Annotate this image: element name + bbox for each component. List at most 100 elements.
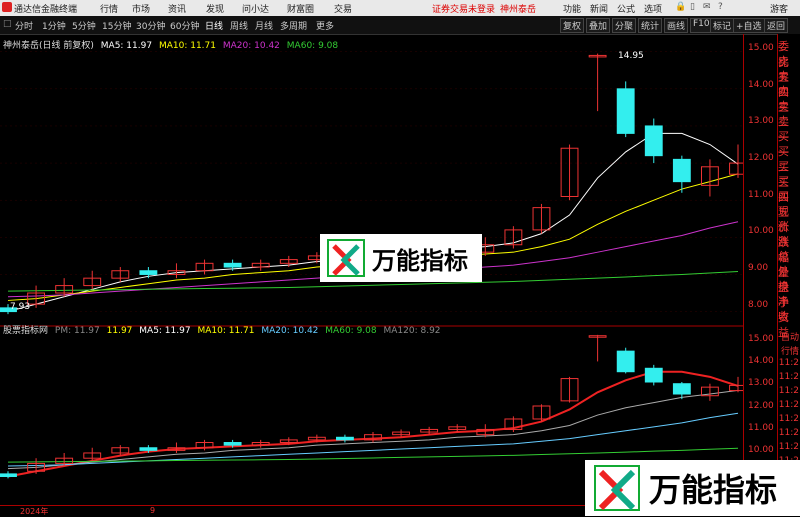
main-legend-name: 神州泰岳(日线 前复权)	[3, 41, 94, 51]
menu-news[interactable]: 资讯	[168, 2, 186, 15]
watermark-text: 万能指标	[372, 246, 468, 275]
watermark-banner: 万能指标	[320, 234, 482, 282]
high-price-tag: 14.95	[618, 51, 644, 61]
period-tab-60min[interactable]: 60分钟	[170, 19, 199, 32]
period-tab-weekly[interactable]: 周线	[230, 19, 248, 32]
candle-body	[223, 442, 242, 446]
tick-time-label: 11:2	[778, 400, 799, 410]
menu-market[interactable]: 市场	[132, 2, 150, 15]
sub-legend-ma60: MA60: 9.08	[325, 326, 377, 336]
tick-time-label: 11:2	[778, 372, 799, 382]
add-watch-button[interactable]: +自选	[733, 18, 765, 33]
app-title: 通达信金融终端	[14, 5, 78, 15]
draw-button[interactable]: 画线	[664, 18, 689, 33]
period-tab-daily[interactable]: 日线	[205, 19, 223, 32]
lock-icon[interactable]: 🔒	[675, 2, 686, 12]
menu-trade[interactable]: 交易	[334, 2, 352, 15]
menu-function[interactable]: 功能	[563, 2, 581, 15]
title-bar: 通达信金融终端 行情 市场 资讯 发现 问小达 财富圈 交易 证券交易未登录 神…	[0, 0, 800, 16]
axis-tick: 9.00	[748, 263, 769, 273]
restore-button[interactable]: 复权	[560, 18, 585, 33]
tick-time-label: 11:2	[778, 386, 799, 396]
low-price-tag: 7.93	[10, 302, 31, 312]
menu-wenxiaoda[interactable]: 问小达	[242, 2, 269, 15]
sub-legend: 股票指标网 PM: 11.97 11.97 MA5: 11.97 MA10: 1…	[3, 323, 445, 336]
axis-tick: 13.00	[748, 116, 774, 126]
sub-legend-ma10: MA10: 11.71	[197, 326, 255, 336]
axis-tick: 11.00	[748, 190, 774, 200]
mark-button[interactable]: 标记	[710, 18, 735, 33]
help-icon[interactable]: ?	[718, 2, 723, 12]
period-tab-more[interactable]: 更多	[316, 19, 334, 32]
period-tab-30min[interactable]: 30分钟	[136, 19, 165, 32]
menu-formula[interactable]: 公式	[617, 2, 635, 15]
axis-tick: 14.00	[748, 356, 774, 366]
candle-body	[139, 270, 158, 275]
login-notice[interactable]: 证券交易未登录	[432, 2, 495, 15]
watermark-logo-icon	[327, 239, 365, 277]
menu-options[interactable]: 选项	[644, 2, 662, 15]
axis-tick: 10.00	[748, 445, 774, 455]
period-tab-5min[interactable]: 5分钟	[72, 19, 96, 32]
legend-ma60: MA60: 9.08	[286, 41, 339, 51]
tick-time-label: 11:2	[778, 358, 799, 368]
axis-tick: 15.00	[748, 43, 774, 53]
legend-ma10: MA10: 11.71	[158, 41, 216, 51]
menu-discover[interactable]: 发现	[206, 2, 224, 15]
candle-body	[644, 125, 663, 157]
menu-quotes[interactable]: 行情	[100, 2, 118, 15]
period-tab-15min[interactable]: 15分钟	[102, 19, 131, 32]
app-logo-icon	[2, 2, 12, 12]
axis-tick: 12.00	[748, 401, 774, 411]
checkbox-icon[interactable]: □	[3, 19, 12, 29]
stats-button[interactable]: 统计	[638, 18, 663, 33]
tick-time-label: 11:2	[778, 442, 799, 452]
legend-ma5: MA5: 11.97	[100, 41, 153, 51]
year-label: 2024年	[20, 507, 49, 516]
legend-ma20: MA20: 10.42	[222, 41, 280, 51]
tick-time-label: 11:2	[778, 428, 799, 438]
axis-tick: 11.00	[748, 423, 774, 433]
period-tab-fenshi[interactable]: 分时	[15, 19, 33, 32]
overlay-button[interactable]: 叠加	[586, 18, 611, 33]
quote-panel: 委比 卖五 卖四 卖三 卖二 卖一 买一 买二 买三 买四 买五 现价 涨跌 涨幅 总量 外盘 换手 净资 收益 自动…	[777, 34, 800, 516]
sub-legend-pm: PM: 11.97	[54, 326, 100, 336]
mail-icon[interactable]: ✉	[703, 2, 711, 12]
candle-body	[139, 447, 158, 451]
sub-legend-name: 股票指标网	[3, 326, 49, 336]
sub-legend-ma120: MA120: 8.92	[383, 326, 441, 336]
main-legend: 神州泰岳(日线 前复权) MA5: 11.97 MA10: 11.71 MA20…	[3, 38, 342, 51]
menu-newsfeed[interactable]: 新闻	[590, 2, 608, 15]
sub-legend-ma5: MA5: 11.97	[139, 326, 191, 336]
candle-body	[644, 367, 663, 383]
axis-tick: 12.00	[748, 153, 774, 163]
candle-body	[616, 350, 635, 373]
sub-legend-ma20: MA20: 10.42	[261, 326, 319, 336]
candle-body	[672, 158, 691, 183]
axis-tick: 8.00	[748, 300, 769, 310]
candle-body	[616, 88, 635, 134]
watermark-banner-2: 万能指标	[585, 460, 800, 516]
candle-body	[729, 162, 744, 175]
period-toolbar: □ 分时 1分钟 5分钟 15分钟 30分钟 60分钟 日线 周线 月线 多周期…	[0, 16, 800, 35]
stock-name: 神州泰岳	[500, 5, 537, 15]
tick-time-label: 自动	[780, 333, 799, 343]
period-tab-multi[interactable]: 多周期	[280, 19, 307, 32]
period-tab-1min[interactable]: 1分钟	[42, 19, 66, 32]
phone-icon[interactable]: ▯	[690, 2, 695, 12]
back-button[interactable]: 返回	[764, 18, 789, 33]
candle-body	[336, 436, 354, 441]
axis-tick: 15.00	[748, 334, 774, 344]
candle-body	[672, 383, 691, 395]
sub-legend-pm-val: 11.97	[106, 326, 133, 336]
cluster-button[interactable]: 分聚	[612, 18, 637, 33]
menu-wealth[interactable]: 财富圈	[287, 2, 314, 15]
month-label: 9	[150, 506, 156, 515]
tick-time-label: 11:2	[778, 414, 799, 424]
period-tab-monthly[interactable]: 月线	[255, 19, 273, 32]
axis-tick: 10.00	[748, 226, 774, 236]
watermark-text-2: 万能指标	[649, 471, 778, 509]
axis-tick: 13.00	[748, 378, 774, 388]
guest-label[interactable]: 游客	[770, 2, 788, 15]
tick-time-label: 行情	[780, 347, 799, 357]
